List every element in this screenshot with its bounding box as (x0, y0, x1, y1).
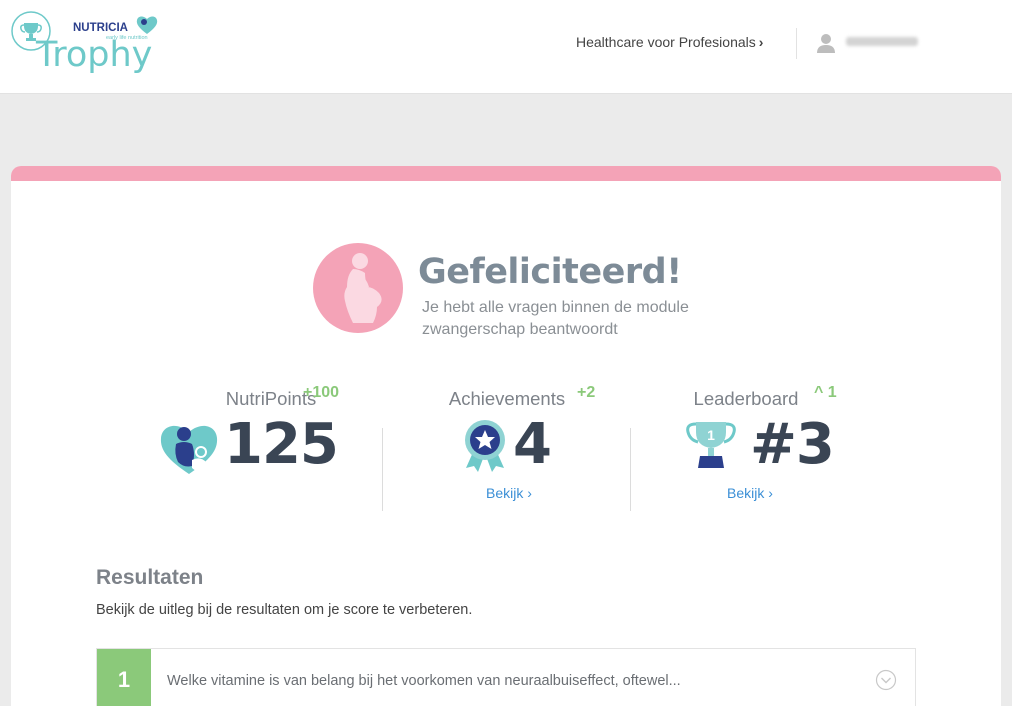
results-heading: Resultaten (96, 566, 204, 589)
trophy-logo[interactable]: NUTRICIA early life nutrition Trophy (10, 8, 170, 84)
stat-delta: +100 (303, 384, 340, 401)
stat-value: #3 (750, 412, 835, 477)
congrats-subtitle: Je hebt alle vragen binnen de module zwa… (422, 299, 689, 338)
rosette-star-icon (465, 420, 505, 472)
trophy-cup-icon: 1 (686, 422, 736, 468)
header-divider (796, 28, 797, 59)
stat-value: 4 (513, 412, 552, 477)
results-subtitle: Bekijk de uitleg bij de resultaten om je… (96, 602, 473, 618)
result-card: Gefeliciteerd! Je hebt alle vragen binne… (11, 166, 1001, 706)
stat-leaderboard: Leaderboard ^ 1 1 #3 Bekijk › (626, 384, 866, 514)
congrats-title: Gefeliciteerd! (418, 252, 682, 292)
stat-label: NutriPoints (225, 388, 317, 409)
hcp-link-label: Healthcare voor Profesionals (576, 34, 756, 50)
chevron-down-circle-icon[interactable] (875, 669, 897, 691)
logo-wordmark: Trophy (36, 35, 153, 75)
card-accent-bar (11, 166, 1001, 181)
achievements-view-link[interactable]: Bekijk › (389, 485, 629, 501)
stat-nutripoints: NutriPoints +100 125 (151, 384, 391, 514)
top-header: NUTRICIA early life nutrition Trophy Hea… (0, 0, 1012, 94)
chevron-right-icon: › (758, 34, 764, 50)
healthcare-professionals-link[interactable]: Healthcare voor Profesionals › (576, 34, 763, 50)
nutricia-heart-icon (160, 425, 218, 474)
question-number: 1 (97, 649, 151, 706)
question-row[interactable]: 1 Welke vitamine is van belang bij het v… (96, 648, 916, 706)
user-silhouette-icon[interactable] (817, 33, 835, 53)
stat-delta: +2 (577, 384, 596, 401)
question-text: Welke vitamine is van belang bij het voo… (167, 673, 681, 689)
stat-divider (382, 428, 383, 511)
stat-value: 125 (224, 412, 339, 477)
stat-achievements: Achievements +2 4 Bekijk › (387, 384, 627, 514)
user-name-redacted[interactable] (846, 37, 918, 46)
pregnant-woman-icon (313, 243, 403, 333)
rank-up-indicator: ^ 1 (814, 384, 837, 401)
logo-brand: NUTRICIA (73, 22, 128, 34)
svg-text:1: 1 (707, 427, 715, 443)
leaderboard-view-link[interactable]: Bekijk › (630, 485, 870, 501)
logo-heart-icon (136, 16, 158, 34)
